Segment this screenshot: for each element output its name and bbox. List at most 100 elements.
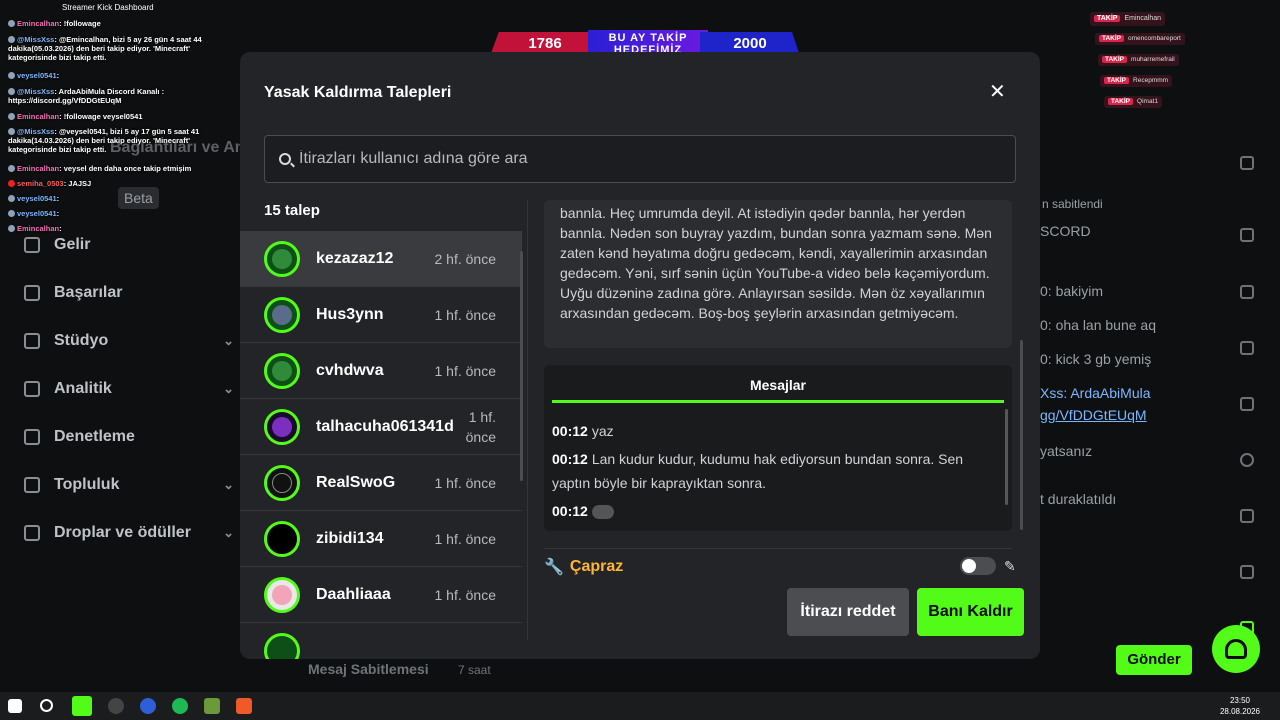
trophy-icon	[24, 285, 40, 301]
sidebar-item-studyo[interactable]: Stüdyo ⌄	[24, 332, 234, 350]
edit-icon[interactable]	[1240, 156, 1254, 170]
avatar	[264, 520, 300, 557]
browser-app-icon[interactable]	[140, 698, 156, 714]
brave-app-icon[interactable]	[236, 698, 252, 714]
pinned-label: n sabitlendi	[1042, 197, 1103, 211]
send-button[interactable]: Gönder	[1116, 645, 1192, 675]
bg-chat-link[interactable]: gg/VfDDGtEUqM	[1040, 407, 1147, 423]
window-title: Streamer Kick Dashboard	[62, 3, 154, 12]
messages-scrollbar[interactable]	[1005, 409, 1008, 505]
search-icon	[279, 153, 291, 165]
list-scrollbar[interactable]	[520, 251, 523, 481]
minecraft-app-icon[interactable]	[204, 698, 220, 714]
appeal-reason-text: bannla. Heç umrumda deyil. At istədiyin …	[544, 200, 1012, 348]
request-time: 1 hf. önce	[434, 586, 497, 603]
analytics-icon	[24, 381, 40, 397]
camera-icon[interactable]	[1240, 509, 1254, 523]
avatar	[264, 576, 300, 613]
chat-line: veysel0541:	[8, 209, 240, 218]
windows-start-icon[interactable]	[8, 699, 22, 713]
sidebar-item-denetleme[interactable]: Denetleme	[24, 428, 234, 446]
search-input[interactable]	[299, 150, 999, 168]
chat-line: @MissXss: ArdaAbiMula Discord Kanalı : h…	[8, 87, 165, 105]
avatar	[264, 408, 300, 445]
request-row[interactable]: Daahliaaa 1 hf. önce	[240, 567, 522, 623]
sidebar-item-label: Denetleme	[54, 428, 135, 445]
chat-icon[interactable]	[1240, 397, 1254, 411]
panel-icon[interactable]	[1240, 228, 1254, 242]
bg-chat-line: 0: oha lan bune aq	[1040, 317, 1156, 333]
action-label: 🔧 Çapraz	[544, 558, 624, 576]
chevron-down-icon: ⌄	[223, 477, 234, 492]
follow-notification: TAKİP Recepmmm	[1100, 75, 1173, 87]
avatar	[264, 633, 300, 659]
avatar	[264, 240, 300, 277]
request-username: kezazaz12	[316, 249, 394, 267]
stream-chat-overlay: Emincalhan: !followage @MissXss: @Eminca…	[0, 0, 240, 240]
reject-appeal-button[interactable]: İtirazı reddet	[787, 588, 909, 636]
request-username: talhacuha061341d	[316, 417, 454, 435]
detail-scrollbar[interactable]	[1020, 340, 1023, 530]
request-time: 1 hf. önce	[465, 408, 496, 445]
request-username: cvhdwva	[316, 361, 384, 379]
avatar	[264, 464, 300, 501]
sidebar-item-analitik[interactable]: Analitik ⌄	[24, 380, 234, 398]
request-username: Daahliaaa	[316, 585, 391, 603]
system-clock[interactable]: 23:50 28.08.2026	[1220, 695, 1260, 717]
pin-section-time: 7 saat	[458, 663, 491, 677]
chat-line: @MissXss: @Emincalhan, bizi 5 ay 26 gün …	[8, 35, 202, 62]
request-row[interactable]: kezazaz12 2 hf. önce	[240, 231, 522, 287]
pin-section-label: Mesaj Sabitlemesi	[308, 661, 429, 677]
chat-line: Emincalhan: !followage veysel0541	[8, 112, 240, 121]
obs-app-icon[interactable]	[108, 698, 124, 714]
sidebar-item-basarilar[interactable]: Başarılar	[24, 284, 234, 302]
pencil-icon[interactable]: ✎	[1004, 558, 1016, 575]
play-icon[interactable]	[1240, 453, 1254, 467]
bg-chat-line: t duraklatıldı	[1040, 491, 1117, 507]
community-icon	[24, 477, 40, 493]
request-row[interactable]: talhacuha061341d 1 hf. önce	[240, 399, 522, 455]
bg-chat-line: Xss: ArdaAbiMula	[1040, 385, 1151, 401]
request-row[interactable]: Hus3ynn 1 hf. önce	[240, 287, 522, 343]
headset-icon	[1225, 639, 1247, 659]
chat-line: @MissXss: @veysel0541, bizi 5 ay 17 gün …	[8, 127, 200, 154]
action-toggle[interactable]	[960, 557, 996, 575]
wrench-icon	[24, 429, 40, 445]
bg-chat-line: 0: bakiyim	[1040, 283, 1104, 299]
follow-notification: TAKİP Qimat1	[1104, 96, 1162, 108]
list-icon[interactable]	[1240, 341, 1254, 355]
sidebar-item-topluluk[interactable]: Topluluk ⌄	[24, 476, 234, 494]
modal-title: Yasak Kaldırma Talepleri	[264, 84, 452, 101]
panel-divider	[527, 200, 528, 640]
chat-line: semiha_0503: JAJSJ	[8, 179, 240, 188]
spotify-app-icon[interactable]	[172, 698, 188, 714]
message-item: 00:12 Lan kudur kudur, kudumu hak ediyors…	[552, 451, 964, 491]
sidebar-item-label: Stüdyo	[54, 332, 109, 349]
request-time: 1 hf. önce	[434, 362, 497, 379]
kick-app-icon[interactable]	[72, 696, 92, 716]
request-row[interactable]: RealSwoG 1 hf. önce	[240, 455, 522, 511]
chat-line: veysel0541:	[8, 71, 240, 80]
chat-line: Emincalhan: !followage	[8, 19, 240, 28]
request-time: 2 hf. önce	[434, 250, 497, 267]
wrench-icon[interactable]	[1240, 565, 1254, 579]
tab-messages[interactable]: Mesajlar	[552, 365, 1004, 403]
unban-button[interactable]: Banı Kaldır	[917, 588, 1024, 636]
sidebar-item-label: Başarılar	[54, 284, 123, 301]
support-button[interactable]	[1212, 625, 1260, 673]
request-row[interactable]: cvhdwva 1 hf. önce	[240, 343, 522, 399]
bg-chat-line: 0: kick 3 gb yemiş	[1040, 351, 1152, 367]
chevron-down-icon: ⌄	[223, 333, 234, 348]
bg-chat-line: yatsanız	[1040, 443, 1093, 459]
request-row[interactable]: zibidi134 1 hf. önce	[240, 511, 522, 567]
request-time: 1 hf. önce	[434, 474, 497, 491]
request-row[interactable]	[240, 623, 522, 659]
search-icon[interactable]	[40, 699, 53, 712]
sidebar-item-droplar[interactable]: Droplar ve ödüller ⌄	[24, 524, 234, 542]
close-icon[interactable]: ✕	[989, 82, 1006, 102]
follow-notification: TAKİP Emincalhan	[1090, 12, 1166, 26]
chevron-down-icon: ⌄	[223, 381, 234, 396]
sidebar-item-label: Droplar ve ödüller	[54, 524, 191, 541]
avatar	[264, 296, 300, 333]
lightning-icon[interactable]	[1240, 285, 1254, 299]
